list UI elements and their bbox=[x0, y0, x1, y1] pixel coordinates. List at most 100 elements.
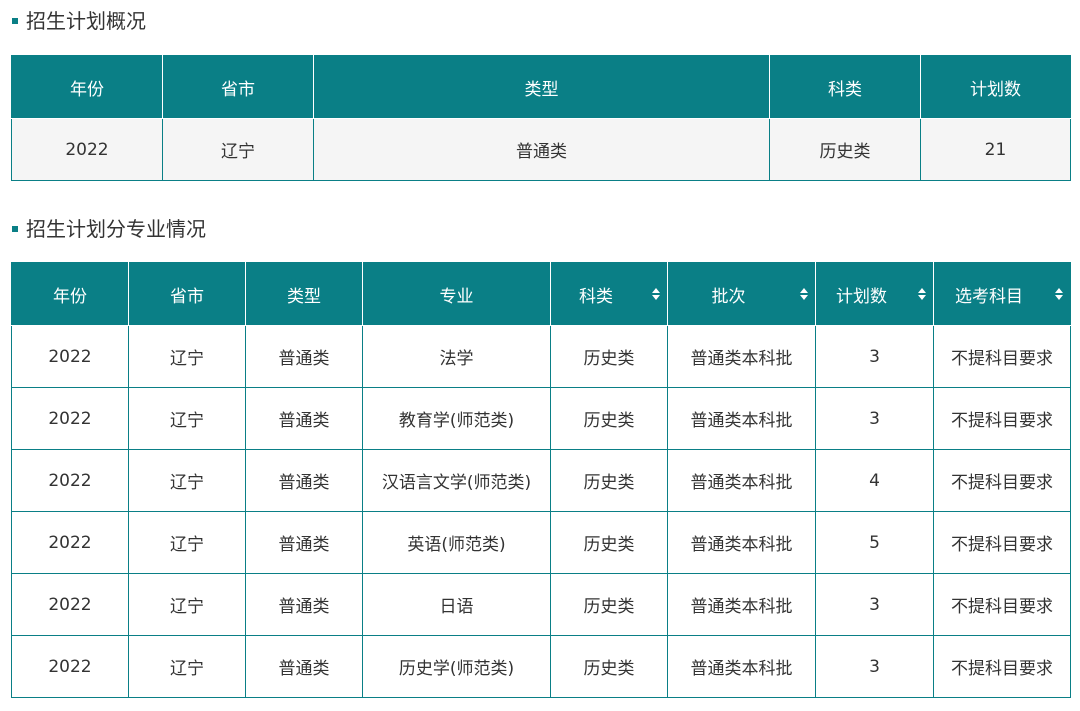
table-row: 2022 辽宁 普通类 法学 历史类 普通类本科批 3 不提科目要求 bbox=[11, 325, 1071, 388]
majors-header-major: 专业 bbox=[362, 262, 551, 326]
majors-title-text: 招生计划分专业情况 bbox=[26, 217, 206, 241]
majors-cell-subject-requirement: 不提科目要求 bbox=[933, 511, 1071, 574]
majors-header-plan-count[interactable]: 计划数 bbox=[815, 262, 934, 326]
overview-table: 年份 省市 类型 科类 计划数 2022 辽宁 普通类 历史类 21 bbox=[11, 55, 1071, 181]
majors-header-label: 省市 bbox=[130, 282, 245, 307]
majors-header-label: 类型 bbox=[247, 282, 362, 307]
header-label-text: 专业 bbox=[439, 286, 474, 307]
overview-header-plan-count: 计划数 bbox=[920, 55, 1071, 119]
overview-header-year: 年份 bbox=[11, 55, 163, 119]
table-row: 2022 辽宁 普通类 汉语言文学(师范类) 历史类 普通类本科批 4 不提科目要求 bbox=[11, 449, 1071, 512]
majors-cell-year: 2022 bbox=[11, 511, 129, 574]
majors-cell-category: 历史类 bbox=[550, 511, 668, 574]
header-label-text: 类型 bbox=[287, 286, 321, 307]
majors-cell-subject-requirement: 不提科目要求 bbox=[933, 573, 1071, 636]
overview-header-category: 科类 bbox=[769, 55, 921, 119]
majors-cell-category: 历史类 bbox=[550, 635, 668, 698]
majors-cell-province: 辽宁 bbox=[128, 573, 246, 636]
majors-cell-plan-count: 4 bbox=[815, 449, 934, 512]
majors-cell-type: 普通类 bbox=[245, 449, 363, 512]
square-bullet-icon bbox=[12, 226, 18, 232]
majors-cell-province: 辽宁 bbox=[128, 511, 246, 574]
sort-icon[interactable] bbox=[917, 287, 927, 301]
majors-cell-province: 辽宁 bbox=[128, 387, 246, 450]
overview-title-text: 招生计划概况 bbox=[26, 9, 146, 33]
majors-header-row: 年份 省市 类型 专业 科类 批次 计划数 选考科目 bbox=[11, 262, 1071, 326]
majors-header-label: 专业 bbox=[364, 282, 550, 307]
overview-header-row: 年份 省市 类型 科类 计划数 bbox=[11, 55, 1071, 119]
majors-cell-type: 普通类 bbox=[245, 387, 363, 450]
majors-cell-year: 2022 bbox=[11, 325, 129, 388]
overview-cell-plan-count: 21 bbox=[920, 118, 1071, 181]
majors-cell-category: 历史类 bbox=[550, 449, 668, 512]
majors-cell-type: 普通类 bbox=[245, 573, 363, 636]
overview-header-type: 类型 bbox=[313, 55, 770, 119]
majors-cell-batch: 普通类本科批 bbox=[667, 387, 816, 450]
majors-cell-category: 历史类 bbox=[550, 325, 668, 388]
sort-icon[interactable] bbox=[799, 287, 809, 301]
majors-cell-category: 历史类 bbox=[550, 573, 668, 636]
majors-cell-subject-requirement: 不提科目要求 bbox=[933, 387, 1071, 450]
sort-icon[interactable] bbox=[651, 287, 661, 301]
majors-cell-plan-count: 3 bbox=[815, 635, 934, 698]
majors-cell-type: 普通类 bbox=[245, 511, 363, 574]
sort-icon[interactable] bbox=[1054, 287, 1064, 301]
majors-cell-major: 法学 bbox=[362, 325, 551, 388]
majors-cell-plan-count: 3 bbox=[815, 325, 934, 388]
majors-header-label: 科类 bbox=[552, 282, 667, 307]
majors-cell-province: 辽宁 bbox=[128, 635, 246, 698]
header-label-text: 批次 bbox=[711, 286, 746, 307]
overview-header-province: 省市 bbox=[162, 55, 314, 119]
majors-cell-category: 历史类 bbox=[550, 387, 668, 450]
majors-cell-subject-requirement: 不提科目要求 bbox=[933, 449, 1071, 512]
header-label-text: 省市 bbox=[170, 286, 204, 307]
majors-header-type: 类型 bbox=[245, 262, 363, 326]
table-row: 2022 辽宁 普通类 英语(师范类) 历史类 普通类本科批 5 不提科目要求 bbox=[11, 511, 1071, 574]
majors-header-category[interactable]: 科类 bbox=[550, 262, 668, 326]
overview-cell-category: 历史类 bbox=[769, 118, 921, 181]
majors-header-label: 批次 bbox=[669, 282, 815, 307]
overview-cell-type: 普通类 bbox=[313, 118, 770, 181]
majors-cell-batch: 普通类本科批 bbox=[667, 635, 816, 698]
overview-cell-year: 2022 bbox=[11, 118, 163, 181]
majors-cell-batch: 普通类本科批 bbox=[667, 573, 816, 636]
square-bullet-icon bbox=[12, 18, 18, 24]
majors-cell-plan-count: 3 bbox=[815, 573, 934, 636]
majors-cell-plan-count: 5 bbox=[815, 511, 934, 574]
overview-cell-province: 辽宁 bbox=[162, 118, 314, 181]
majors-cell-year: 2022 bbox=[11, 573, 129, 636]
table-row: 2022 辽宁 普通类 历史学(师范类) 历史类 普通类本科批 3 不提科目要求 bbox=[11, 635, 1071, 698]
table-row: 2022 辽宁 普通类 教育学(师范类) 历史类 普通类本科批 3 不提科目要求 bbox=[11, 387, 1071, 450]
majors-cell-subject-requirement: 不提科目要求 bbox=[933, 635, 1071, 698]
majors-cell-type: 普通类 bbox=[245, 635, 363, 698]
header-label-text: 科类 bbox=[579, 286, 613, 307]
majors-cell-province: 辽宁 bbox=[128, 449, 246, 512]
majors-cell-year: 2022 bbox=[11, 635, 129, 698]
majors-header-label: 选考科目 bbox=[935, 282, 1070, 307]
header-label-text: 年份 bbox=[53, 286, 87, 307]
header-label-text: 计划数 bbox=[836, 286, 887, 307]
majors-section-title: 招生计划分专业情况 bbox=[12, 217, 206, 241]
overview-section-title: 招生计划概况 bbox=[12, 9, 146, 33]
majors-cell-major: 汉语言文学(师范类) bbox=[362, 449, 551, 512]
overview-data-row: 2022 辽宁 普通类 历史类 21 bbox=[11, 118, 1071, 181]
majors-cell-major: 日语 bbox=[362, 573, 551, 636]
majors-cell-subject-requirement: 不提科目要求 bbox=[933, 325, 1071, 388]
table-row: 2022 辽宁 普通类 日语 历史类 普通类本科批 3 不提科目要求 bbox=[11, 573, 1071, 636]
majors-cell-batch: 普通类本科批 bbox=[667, 449, 816, 512]
majors-cell-year: 2022 bbox=[11, 449, 129, 512]
majors-header-subject-requirement[interactable]: 选考科目 bbox=[933, 262, 1071, 326]
majors-header-province: 省市 bbox=[128, 262, 246, 326]
majors-header-label: 计划数 bbox=[817, 282, 933, 307]
majors-cell-year: 2022 bbox=[11, 387, 129, 450]
majors-header-year: 年份 bbox=[11, 262, 129, 326]
majors-table: 年份 省市 类型 专业 科类 批次 计划数 选考科目 2022 辽宁 普通类 法学 历史类 普通类本科批… bbox=[11, 262, 1071, 698]
majors-cell-major: 历史学(师范类) bbox=[362, 635, 551, 698]
majors-cell-plan-count: 3 bbox=[815, 387, 934, 450]
majors-header-label: 年份 bbox=[13, 282, 128, 307]
majors-cell-batch: 普通类本科批 bbox=[667, 325, 816, 388]
majors-cell-batch: 普通类本科批 bbox=[667, 511, 816, 574]
majors-header-batch[interactable]: 批次 bbox=[667, 262, 816, 326]
majors-cell-type: 普通类 bbox=[245, 325, 363, 388]
majors-cell-major: 教育学(师范类) bbox=[362, 387, 551, 450]
